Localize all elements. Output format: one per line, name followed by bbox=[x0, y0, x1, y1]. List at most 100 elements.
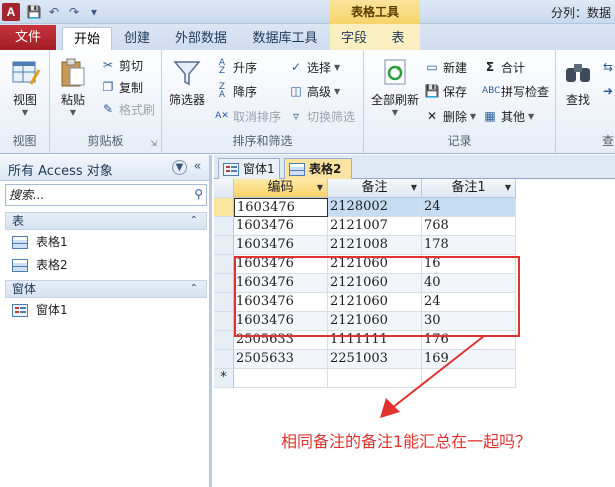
ribbon-tabs: 文件 开始 创建 外部数据 数据库工具 字段 表 bbox=[0, 24, 615, 50]
new-record-button[interactable]: ▭ 新建 bbox=[424, 58, 467, 76]
doc-tab-form1[interactable]: 窗体1 bbox=[218, 158, 280, 179]
sort-ascending-button[interactable]: AZ 升序 bbox=[214, 58, 257, 76]
find-button[interactable]: 查找 bbox=[560, 56, 596, 108]
nav-item-table1[interactable]: 表格1 bbox=[12, 232, 68, 252]
table-cell[interactable]: 2121008 bbox=[328, 236, 422, 255]
sort-descending-button[interactable]: ZA 降序 bbox=[214, 82, 257, 100]
save-record-button[interactable]: 💾 保存 bbox=[424, 82, 468, 100]
arrow-right-icon: ➜ bbox=[602, 84, 614, 98]
more-label: 其他 bbox=[501, 109, 526, 124]
undo-icon[interactable]: ↶ bbox=[46, 4, 62, 20]
paste-icon bbox=[61, 58, 85, 87]
nav-section-forms[interactable]: 窗体 ⌃ bbox=[5, 280, 207, 298]
descending-label: 降序 bbox=[233, 84, 258, 99]
table-cell[interactable]: 1603476 bbox=[234, 217, 328, 236]
table-icon bbox=[12, 258, 28, 272]
spelling-button[interactable]: ABC 拼写检查 bbox=[482, 82, 549, 100]
copy-button[interactable]: ❐ 复制 bbox=[100, 78, 143, 96]
column-header-remark[interactable]: 备注 ▼ bbox=[328, 179, 422, 198]
advanced-button[interactable]: ◫ 高级 ▼ bbox=[288, 82, 340, 100]
chevron-down-icon[interactable]: ▼ bbox=[505, 179, 511, 197]
nav-section-tables[interactable]: 表 ⌃ bbox=[5, 212, 207, 230]
table-cell[interactable]: 2121007 bbox=[328, 217, 422, 236]
new-record-cell[interactable] bbox=[234, 369, 328, 388]
table-tools-context-label: 表格工具 bbox=[330, 0, 420, 24]
tab-external-data[interactable]: 外部数据 bbox=[166, 27, 236, 50]
tab-database-tools[interactable]: 数据库工具 bbox=[244, 27, 326, 50]
quick-access-toolbar: 💾 ↶ ↷ ▾ bbox=[26, 4, 102, 20]
row-selector[interactable] bbox=[214, 331, 234, 350]
tab-home[interactable]: 开始 bbox=[62, 27, 112, 50]
select-all-corner[interactable] bbox=[214, 179, 234, 198]
save-label: 保存 bbox=[443, 84, 468, 99]
column-header-remark1[interactable]: 备注1 ▼ bbox=[422, 179, 516, 198]
nav-title: 所有 Access 对象 bbox=[8, 164, 113, 179]
tab-table[interactable]: 表 bbox=[382, 27, 414, 50]
search-input[interactable] bbox=[6, 185, 182, 205]
table-cell[interactable]: 2505633 bbox=[234, 350, 328, 369]
replace-icon: ⇆ bbox=[602, 60, 614, 74]
tab-create[interactable]: 创建 bbox=[116, 27, 158, 50]
table-cell[interactable]: 2128002 bbox=[328, 198, 422, 217]
save-icon[interactable]: 💾 bbox=[26, 4, 42, 20]
new-record-marker[interactable]: * bbox=[214, 369, 234, 388]
filter-button[interactable]: 筛选器 bbox=[166, 56, 208, 108]
collapse-pane-icon[interactable]: « bbox=[190, 160, 205, 175]
view-button[interactable]: 视图 ▼ bbox=[6, 56, 44, 117]
redo-icon[interactable]: ↷ bbox=[66, 4, 82, 20]
customize-qat-icon[interactable]: ▾ bbox=[86, 4, 102, 20]
table-cell[interactable]: 768 bbox=[422, 217, 516, 236]
refresh-icon bbox=[384, 59, 406, 85]
nav-item-table2[interactable]: 表格2 bbox=[12, 255, 68, 275]
row-selector[interactable] bbox=[214, 293, 234, 312]
table-cell[interactable]: 178 bbox=[422, 236, 516, 255]
row-selector[interactable] bbox=[214, 350, 234, 369]
remove-sort-button[interactable]: A✕ 取消排序 bbox=[214, 107, 281, 125]
paintbrush-icon: ✎ bbox=[102, 102, 114, 116]
chevron-down-icon[interactable]: ▼ bbox=[411, 179, 417, 197]
paste-button[interactable]: 粘贴 ▼ bbox=[56, 56, 90, 117]
nav-header[interactable]: 所有 Access 对象 ▼ « bbox=[0, 155, 209, 181]
nav-item-label: 表格2 bbox=[36, 258, 68, 272]
replace-button[interactable]: ⇆ bbox=[600, 58, 615, 76]
tab-file[interactable]: 文件 bbox=[0, 25, 56, 50]
row-selector[interactable] bbox=[214, 255, 234, 274]
binoculars-icon bbox=[566, 64, 590, 82]
cut-button[interactable]: ✂ 剪切 bbox=[100, 56, 143, 74]
row-selector[interactable] bbox=[214, 274, 234, 293]
row-selector[interactable] bbox=[214, 217, 234, 236]
table-cell[interactable]: 1603476 bbox=[234, 198, 328, 217]
table-cell[interactable]: 24 bbox=[422, 198, 516, 217]
row-selector[interactable] bbox=[214, 236, 234, 255]
view-button-label: 视图 bbox=[12, 93, 37, 107]
records-group: 全部刷新 ▼ ▭ 新建 💾 保存 ✕ 删除 ▼ Σ 合计 ABC 拼写检查 ▦ … bbox=[364, 50, 556, 153]
row-selector[interactable] bbox=[214, 312, 234, 331]
sort-ascending-icon: AZ bbox=[218, 58, 226, 76]
nav-item-form1[interactable]: 窗体1 bbox=[12, 300, 68, 320]
totals-button[interactable]: Σ 合计 bbox=[482, 58, 525, 76]
spell-check-icon: ABC bbox=[482, 86, 501, 96]
delete-button[interactable]: ✕ 删除 ▼ bbox=[424, 107, 476, 125]
chevron-down-icon: ▼ bbox=[334, 62, 341, 72]
column-header-code[interactable]: 编码 ▼ bbox=[234, 179, 328, 198]
table-icon bbox=[289, 162, 305, 176]
format-painter-button[interactable]: ✎ 格式刷 bbox=[100, 100, 155, 118]
form-icon bbox=[12, 303, 28, 317]
tab-fields[interactable]: 字段 bbox=[334, 27, 374, 50]
clipboard-group-label: 剪贴板 bbox=[87, 134, 124, 148]
chevron-down-icon[interactable]: ▼ bbox=[317, 179, 323, 197]
more-button[interactable]: ▦ 其他 ▼ bbox=[482, 107, 534, 125]
highlight-rectangle bbox=[234, 256, 520, 337]
dialog-launcher-icon[interactable]: ⇲ bbox=[150, 139, 157, 148]
search-icon[interactable]: ⚲ bbox=[194, 187, 203, 201]
selection-button[interactable]: ✓ 选择 ▼ bbox=[288, 58, 340, 76]
delete-x-icon: ✕ bbox=[426, 109, 438, 123]
row-selector[interactable] bbox=[214, 198, 234, 217]
chevron-down-icon[interactable]: ▼ bbox=[172, 160, 187, 175]
table-cell[interactable]: 1603476 bbox=[234, 236, 328, 255]
doc-tab-table2[interactable]: 表格2 bbox=[284, 158, 352, 179]
goto-button[interactable]: ➜ bbox=[600, 82, 615, 100]
find-label: 查找 bbox=[565, 93, 590, 107]
toggle-filter-button[interactable]: ▿ 切换筛选 bbox=[288, 107, 355, 125]
refresh-all-button[interactable]: 全部刷新 ▼ bbox=[368, 56, 422, 117]
